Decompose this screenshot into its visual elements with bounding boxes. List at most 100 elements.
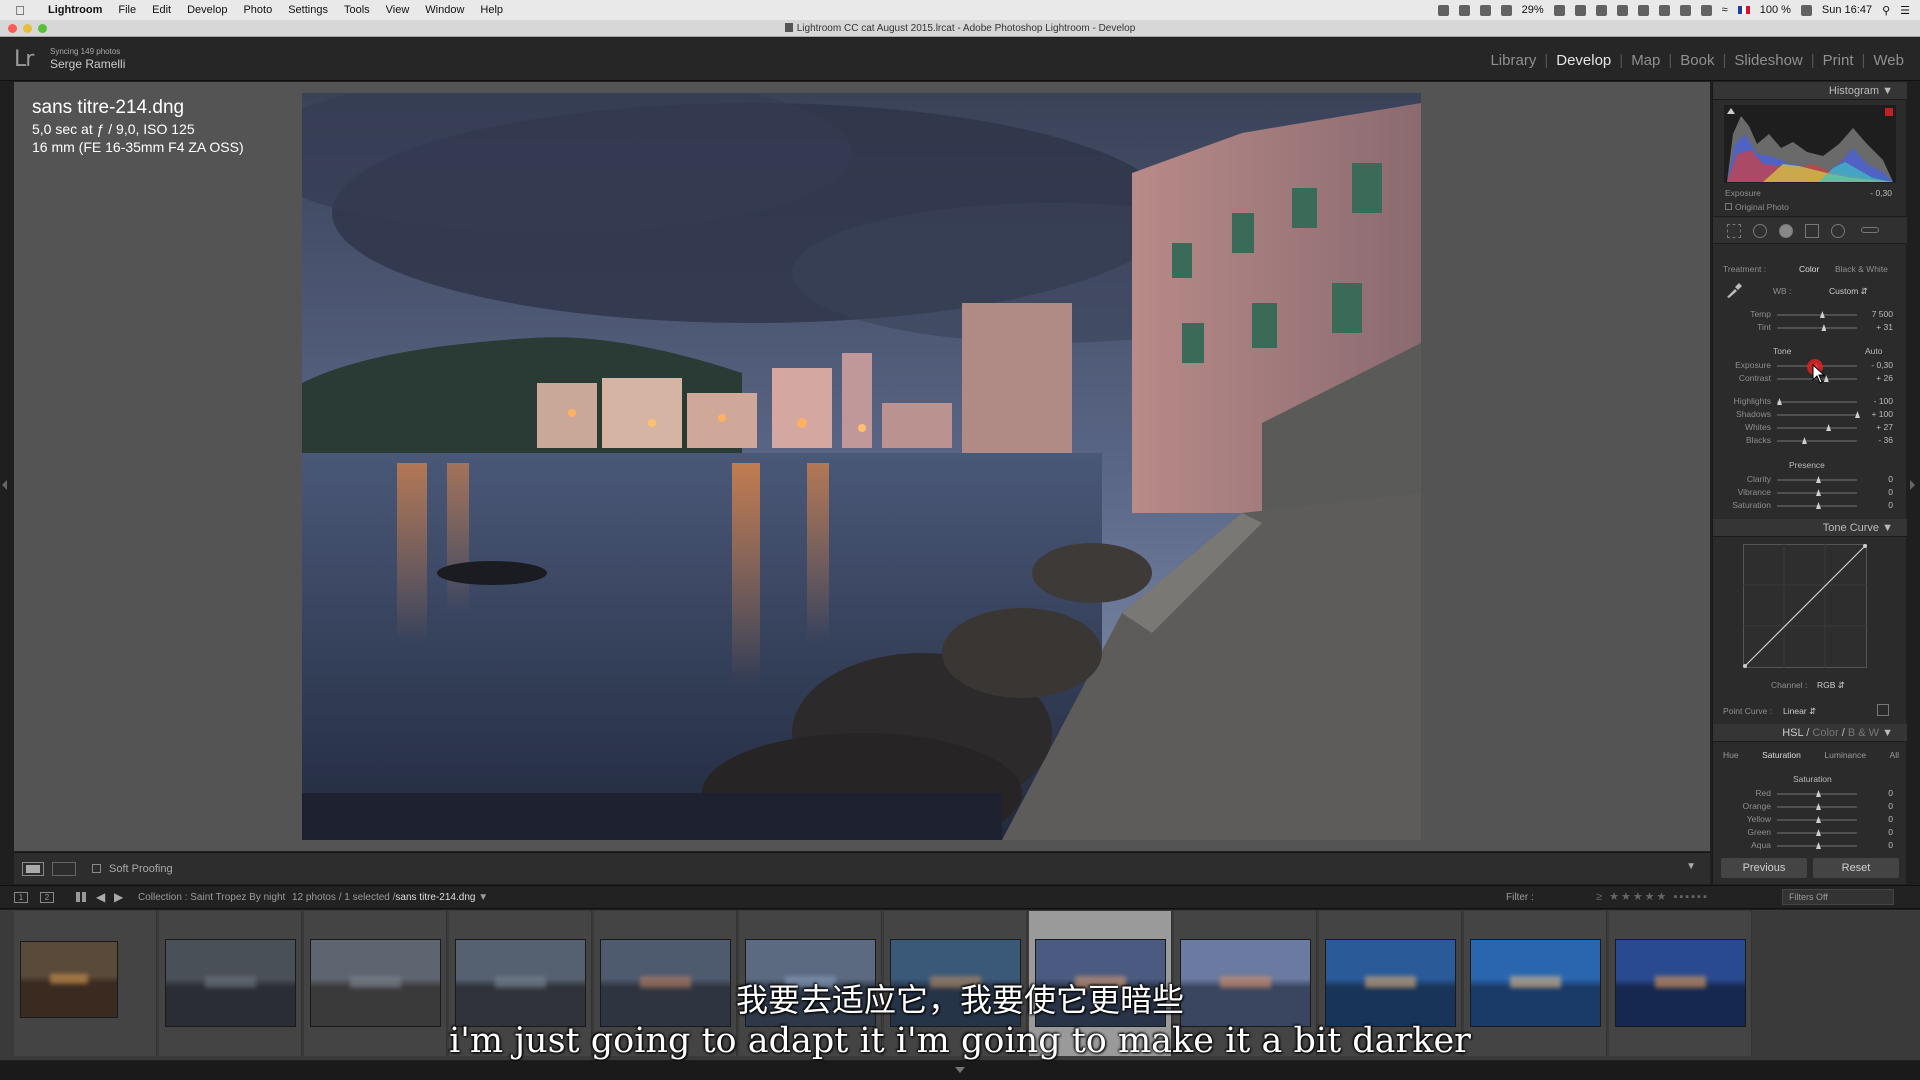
toolbar-menu-icon[interactable]: ▼ [1686, 861, 1696, 872]
selection-count[interactable]: 12 photos / 1 selected /sans titre-214.d… [292, 892, 488, 903]
clock[interactable]: Sun 16:47 [1822, 4, 1872, 16]
slider-value[interactable]: - 0,30 [1871, 360, 1893, 370]
slider-contrast[interactable]: Contrast + 26 [1713, 373, 1907, 385]
slider-clarity[interactable]: Clarity 0 [1713, 474, 1907, 486]
slider-shadows[interactable]: Shadows + 100 [1713, 409, 1907, 421]
collection-source[interactable]: Collection : Saint Tropez By night [138, 892, 285, 903]
tool-icon[interactable] [1553, 4, 1565, 16]
slider-orange[interactable]: Orange 0 [1713, 801, 1907, 813]
flag-icon[interactable] [1737, 6, 1750, 14]
slider-value[interactable]: 7 500 [1872, 309, 1893, 319]
dropbox-icon[interactable] [1437, 4, 1449, 16]
white-balance-dropper-icon[interactable] [1725, 282, 1743, 298]
left-panel-toggle-icon[interactable] [2, 480, 7, 490]
loupe-view-icon[interactable] [22, 861, 44, 876]
slider-track[interactable] [1777, 411, 1860, 418]
slider-track[interactable] [1777, 803, 1857, 810]
slider-yellow[interactable]: Yellow 0 [1713, 814, 1907, 826]
slider-track[interactable] [1777, 324, 1857, 331]
screen-icon[interactable] [1458, 4, 1470, 16]
slider-thumb[interactable] [1821, 324, 1827, 331]
slider-value[interactable]: + 26 [1876, 373, 1893, 383]
slider-track[interactable] [1777, 502, 1857, 509]
hsl-all-tab[interactable]: All [1890, 750, 1899, 760]
adjustment-brush-icon[interactable] [1861, 227, 1879, 233]
hsl-tab[interactable]: HSL [1782, 727, 1803, 739]
main-photo[interactable] [302, 93, 1421, 840]
cloud-icon[interactable] [1479, 4, 1491, 16]
menu-photo[interactable]: Photo [235, 4, 280, 16]
slider-thumb[interactable] [1826, 424, 1832, 431]
slider-value[interactable]: + 27 [1876, 422, 1893, 432]
slider-thumb[interactable] [1816, 803, 1821, 810]
secondary-window-button[interactable]: 2 [40, 892, 54, 903]
menu-develop[interactable]: Develop [179, 4, 235, 16]
slider-thumb[interactable] [1816, 502, 1821, 509]
slider-track[interactable] [1777, 476, 1857, 483]
display-icon[interactable] [1637, 4, 1649, 16]
airplay-icon[interactable] [1658, 4, 1670, 16]
slider-track[interactable] [1777, 790, 1857, 797]
bluetooth-icon[interactable] [1679, 4, 1691, 16]
sync-status[interactable]: Syncing 149 photos [50, 47, 120, 56]
slider-value[interactable]: 0 [1888, 474, 1893, 484]
hsl-header[interactable]: HSL / Color / B & W ▼ [1713, 724, 1907, 742]
tone-curve-header[interactable]: Tone Curve ▼ [1713, 519, 1907, 537]
radial-filter-icon[interactable] [1831, 224, 1845, 238]
slider-thumb[interactable] [1816, 476, 1821, 483]
point-curve-dropdown[interactable]: Linear ⇵ [1783, 706, 1816, 717]
slider-vibrance[interactable]: Vibrance 0 [1713, 487, 1907, 499]
slider-aqua[interactable]: Aqua 0 [1713, 840, 1907, 852]
creative-cloud-icon[interactable] [1574, 4, 1586, 16]
slider-thumb[interactable] [1816, 816, 1821, 823]
battery-small-icon[interactable] [1500, 4, 1512, 16]
slider-value[interactable]: 0 [1888, 487, 1893, 497]
forward-arrow-icon[interactable]: ▶ [114, 890, 123, 904]
slider-thumb[interactable] [1801, 437, 1807, 444]
slider-value[interactable]: 0 [1888, 840, 1893, 850]
slider-red[interactable]: Red 0 [1713, 788, 1907, 800]
right-panel-toggle-icon[interactable] [1910, 480, 1915, 490]
module-web[interactable]: Web [1865, 52, 1912, 69]
hsl-hue-tab[interactable]: Hue [1723, 750, 1739, 760]
menu-app[interactable]: Lightroom [40, 4, 110, 16]
slider-track[interactable] [1777, 311, 1857, 318]
red-eye-icon[interactable] [1779, 224, 1793, 238]
back-arrow-icon[interactable]: ◀ [96, 890, 105, 904]
slider-saturation[interactable]: Saturation 0 [1713, 500, 1907, 512]
before-after-icon[interactable] [52, 861, 76, 876]
filters-dropdown[interactable]: Filters Off [1782, 889, 1894, 905]
module-book[interactable]: Book [1672, 52, 1722, 69]
minimize-window-icon[interactable] [23, 24, 32, 33]
menu-tools[interactable]: Tools [336, 4, 378, 16]
filmstrip-toggle-icon[interactable] [955, 1067, 965, 1073]
tone-curve-graph[interactable] [1743, 544, 1867, 668]
module-print[interactable]: Print [1815, 52, 1862, 69]
slider-track[interactable] [1777, 489, 1857, 496]
menu-edit[interactable]: Edit [144, 4, 179, 16]
slider-thumb[interactable] [1816, 829, 1821, 836]
zoom-window-icon[interactable] [38, 24, 47, 33]
notifications-icon[interactable]: ☰ [1900, 4, 1910, 17]
slider-track[interactable] [1777, 842, 1857, 849]
auto-tone-button[interactable]: Auto [1865, 346, 1883, 356]
module-map[interactable]: Map [1623, 52, 1668, 69]
slider-temp[interactable]: Temp 7 500 [1713, 309, 1907, 321]
slider-track[interactable] [1777, 398, 1857, 405]
grid-view-icon[interactable] [76, 892, 86, 902]
slider-thumb[interactable] [1816, 489, 1821, 496]
volume-icon[interactable] [1700, 4, 1712, 16]
crop-tool-icon[interactable] [1727, 224, 1741, 238]
histogram-header[interactable]: Histogram ▼ [1713, 82, 1907, 100]
wifi-icon[interactable]: ≈ [1722, 4, 1728, 16]
slider-blacks[interactable]: Blacks - 36 [1713, 435, 1907, 447]
rating-filter[interactable]: ≥ ★★★★★ ▪▪▪▪▪▪ [1596, 890, 1709, 903]
evernote-icon[interactable] [1595, 4, 1607, 16]
original-photo-label[interactable]: Original Photo [1725, 202, 1789, 212]
identity-plate-user[interactable]: Serge Ramelli [50, 57, 125, 71]
slider-value[interactable]: 0 [1888, 827, 1893, 837]
original-photo-checkbox[interactable] [1725, 203, 1732, 210]
menu-help[interactable]: Help [472, 4, 511, 16]
channel-dropdown[interactable]: RGB ⇵ [1817, 680, 1845, 691]
menu-window[interactable]: Window [417, 4, 472, 16]
